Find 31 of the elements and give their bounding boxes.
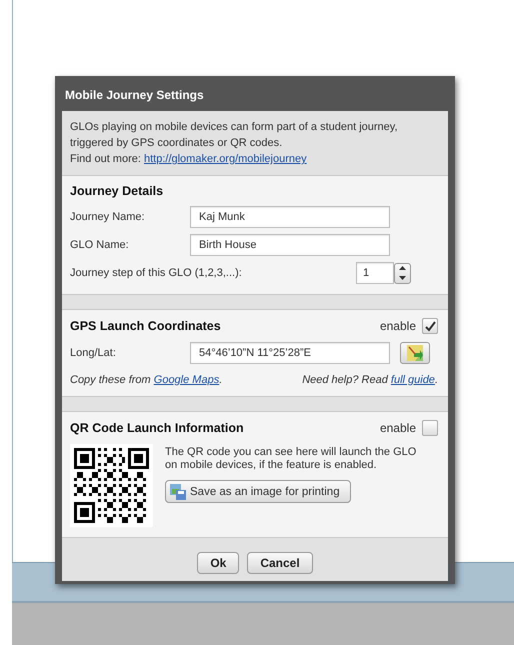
dialog-button[interactable]: Cancel xyxy=(247,552,313,574)
intro-text: Find out more: http://glomaker.org/mobilejourney xyxy=(70,152,308,167)
field-label: Journey step of this GLO (1,2,3,...): xyxy=(70,267,243,279)
copy-hint: Copy these from Google Maps. xyxy=(70,374,222,386)
coordinates-field[interactable]: 54°46’10”N 11°25’28”E xyxy=(190,342,390,364)
field-label: Long/Lat: xyxy=(70,347,117,359)
field-label: GLO Name: xyxy=(70,239,130,251)
map-button[interactable] xyxy=(400,342,430,364)
spinner-icon[interactable] xyxy=(394,262,411,284)
enable-label: enable xyxy=(380,421,416,435)
enable-checkbox[interactable] xyxy=(422,318,438,334)
info-link[interactable]: http://glomaker.org/mobilejourney xyxy=(144,153,307,165)
enable-label: enable xyxy=(380,319,416,333)
section-heading: GPS Launch Coordinates xyxy=(70,319,221,333)
text-field[interactable]: Birth House xyxy=(190,234,390,256)
intro-text: GLOs playing on mobile devices can form part of a student journey, xyxy=(70,120,399,135)
step-field[interactable]: 1 xyxy=(356,262,394,284)
save-image-button[interactable]: Save as an image for printing xyxy=(165,480,351,503)
help-hint: Need help? Read full guide. xyxy=(302,374,438,386)
section-heading: QR Code Launch Information xyxy=(70,421,244,435)
dialog-button[interactable]: Ok xyxy=(197,552,240,574)
maps-link[interactable]: Google Maps xyxy=(154,374,220,386)
guide-link[interactable]: full guide xyxy=(390,374,435,386)
text-field[interactable]: Kaj Munk xyxy=(190,206,390,228)
section-heading: Journey Details xyxy=(70,184,164,198)
qr-description: The QR code you can see here will launch the GLO on mobile devices, if the feature is enabled. xyxy=(165,446,418,472)
enable-checkbox[interactable] xyxy=(422,420,438,436)
intro-text: triggered by GPS coordinates or QR codes. xyxy=(70,136,284,151)
image-save-icon xyxy=(170,484,186,500)
field-label: Journey Name: xyxy=(70,211,146,223)
dialog-title: Mobile Journey Settings xyxy=(64,87,205,104)
